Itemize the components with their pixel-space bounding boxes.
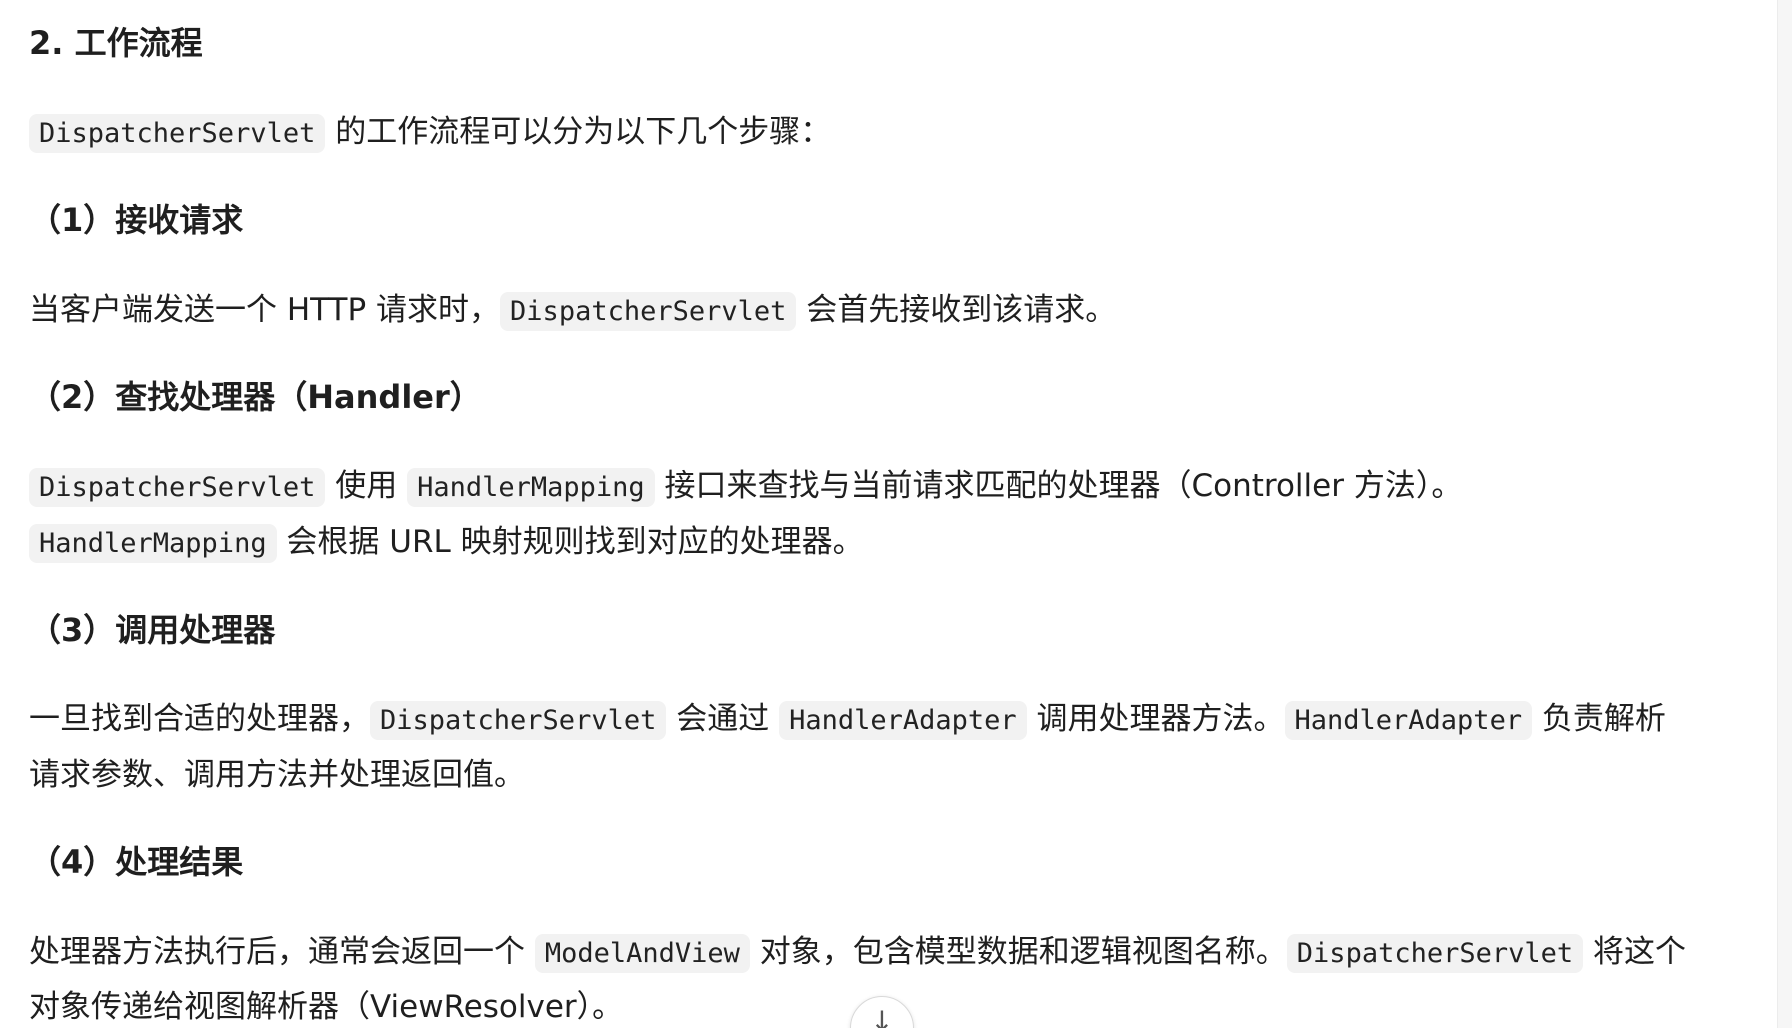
step2-heading: （2）查找处理器（Handler） — [29, 378, 482, 416]
paragraph-text: 会通过 — [666, 701, 780, 737]
paragraph-text: 调用处理器方法。 — [1026, 701, 1285, 737]
inline-code: HandlerMapping — [29, 524, 277, 563]
step2-paragraph-line2: HandlerMapping 会根据 URL 映射规则找到对应的处理器。 — [29, 514, 864, 572]
step4-paragraph-line1: 处理器方法执行后，通常会返回一个 ModelAndView 对象，包含模型数据和… — [29, 924, 1686, 982]
inline-code: HandlerMapping — [407, 468, 655, 507]
paragraph-text: 对象，包含模型数据和逻辑视图名称。 — [749, 934, 1287, 970]
paragraph-text: 处理器方法执行后，通常会返回一个 — [29, 934, 535, 970]
scroll-to-bottom-button[interactable]: ↓ — [850, 996, 914, 1028]
step4-heading: （4）处理结果 — [29, 843, 244, 881]
inline-code: HandlerAdapter — [779, 701, 1027, 740]
step2-paragraph-line1: DispatcherServlet 使用 HandlerMapping 接口来查… — [29, 458, 1462, 516]
arrow-down-icon: ↓ — [870, 1005, 894, 1028]
inline-code: DispatcherServlet — [1286, 934, 1584, 973]
inline-code: HandlerAdapter — [1284, 701, 1533, 740]
paragraph-text: 对象传递给视图解析器（ViewResolver）。 — [29, 989, 624, 1025]
step3-heading: （3）调用处理器 — [29, 611, 276, 649]
inline-code: ModelAndView — [534, 934, 750, 973]
paragraph-text: 的工作流程可以分为以下几个步骤： — [325, 114, 832, 150]
paragraph-text: 将这个 — [1583, 934, 1686, 970]
step3-paragraph-line1: 一旦找到合适的处理器， DispatcherServlet 会通过 Handler… — [29, 691, 1666, 749]
inline-code: DispatcherServlet — [29, 114, 326, 153]
paragraph-text: 负责解析 — [1532, 701, 1666, 737]
paragraph-text: 当客户端发送一个 HTTP 请求时， — [29, 292, 501, 328]
inline-code: DispatcherServlet — [29, 468, 326, 507]
step4-paragraph-line2: 对象传递给视图解析器（ViewResolver）。 — [29, 979, 623, 1028]
paragraph-text: 一旦找到合适的处理器， — [29, 701, 370, 737]
paragraph-text: 会根据 URL 映射规则找到对应的处理器。 — [276, 524, 864, 560]
paragraph-text: 使用 — [325, 468, 408, 504]
intro-paragraph: DispatcherServlet 的工作流程可以分为以下几个步骤： — [29, 104, 831, 162]
scrollbar[interactable] — [1777, 0, 1792, 1028]
paragraph-text: 会首先接收到该请求。 — [796, 292, 1117, 328]
section-title: 2. 工作流程 — [29, 24, 203, 62]
paragraph-text: 接口来查找与当前请求匹配的处理器（Controller 方法）。 — [654, 468, 1463, 504]
step1-heading: （1）接收请求 — [29, 201, 244, 239]
inline-code: DispatcherServlet — [370, 701, 667, 740]
step1-paragraph: 当客户端发送一个 HTTP 请求时， DispatcherServlet 会首先接… — [29, 282, 1116, 340]
paragraph-text: 请求参数、调用方法并处理返回值。 — [29, 757, 525, 793]
inline-code: DispatcherServlet — [500, 292, 797, 331]
step3-paragraph-line2: 请求参数、调用方法并处理返回值。 — [29, 747, 525, 803]
